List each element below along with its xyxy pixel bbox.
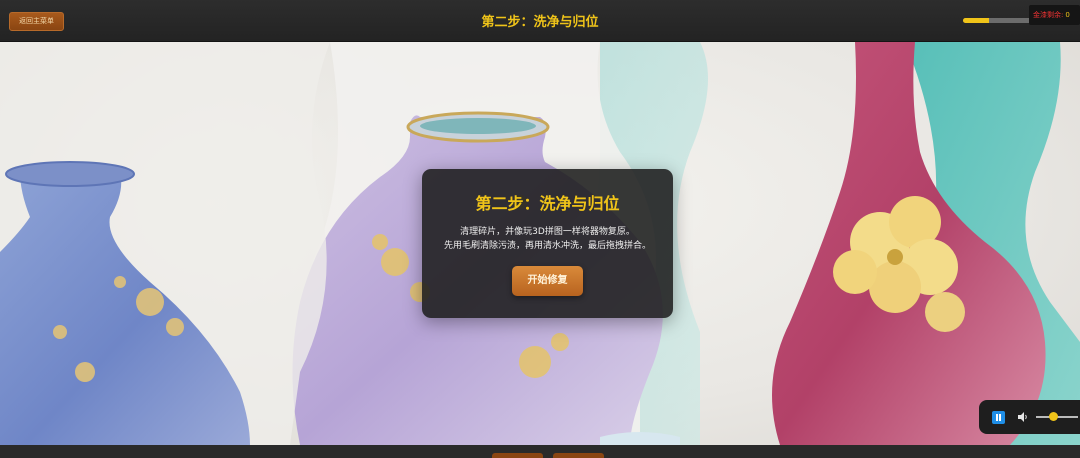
- progress-fill: [963, 18, 989, 23]
- step-title: 第二步：洗净与归位: [481, 15, 599, 30]
- start-repair-button[interactable]: 开始修复: [512, 266, 583, 296]
- dialog-instruction-line-2: 先用毛刷清除污渍，再用清水冲洗，最后拖拽拼合。: [443, 241, 651, 251]
- progress-bar: [963, 18, 1033, 23]
- dialog-title: 第二步：洗净与归位: [475, 194, 620, 213]
- music-control: [979, 400, 1080, 434]
- gold-lacquer-counter: 金漆剩余: 0: [1029, 5, 1080, 25]
- step-intro-dialog: 第二步：洗净与归位 清理碎片，并像玩3D拼图一样将器物复原。 先用毛刷清除污渍，…: [422, 169, 673, 318]
- gold-label: 金漆剩余:: [1033, 11, 1064, 19]
- gold-value: 0: [1065, 11, 1070, 19]
- dialog-instruction-line-1: 清理碎片，并像玩3D拼图一样将器物复原。: [460, 227, 635, 237]
- top-bar: 返回主菜单 第二步：洗净与归位 金漆剩余: 0: [0, 0, 1080, 42]
- volume-icon[interactable]: [1017, 411, 1029, 423]
- pause-icon[interactable]: [992, 411, 1005, 424]
- bottom-tool-button-2[interactable]: [553, 453, 604, 458]
- bottom-tool-button-1[interactable]: [492, 453, 543, 458]
- volume-slider-handle[interactable]: [1048, 412, 1058, 421]
